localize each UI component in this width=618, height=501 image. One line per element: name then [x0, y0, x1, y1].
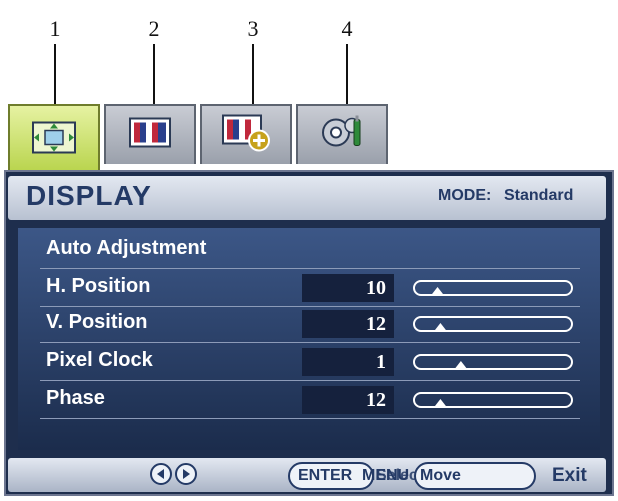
mode-label: MODE: [438, 187, 492, 204]
v-position-slider[interactable] [412, 312, 576, 336]
menu-item-phase[interactable]: Phase 12 [40, 382, 580, 419]
menu-item-value: 12 [366, 313, 386, 335]
value-box: 12 [302, 386, 394, 414]
enter-label: ENTER [298, 467, 353, 484]
phase-slider[interactable] [412, 388, 576, 412]
callout-1: 1 [49, 16, 61, 41]
slider-knob[interactable] [453, 361, 468, 370]
right-arrow-button[interactable] [175, 463, 197, 485]
menu-item-h-position[interactable]: H. Position 10 [40, 270, 580, 307]
tab-system[interactable] [296, 104, 388, 164]
system-settings-tab-icon [318, 114, 366, 157]
value-box: 10 [302, 274, 394, 302]
left-arrow-button[interactable] [150, 463, 172, 485]
mode-value: Standard [504, 187, 574, 204]
menu-item-pixel-clock[interactable]: Pixel Clock 1 [40, 344, 580, 381]
menu-item-label: H. Position [46, 275, 151, 297]
menu-item-value: 1 [376, 351, 386, 373]
callout-line-3 [252, 44, 254, 110]
menu-item-value: 10 [366, 277, 386, 299]
exit-label[interactable]: Exit [552, 465, 587, 487]
picture-tab-icon [128, 117, 172, 154]
value-box: 12 [302, 310, 394, 338]
page-title: DISPLAY [26, 180, 152, 211]
picture-advanced-tab-icon [221, 114, 271, 157]
callout-2: 2 [148, 16, 160, 41]
menu-item-label: V. Position [46, 311, 148, 333]
menu-item-label: Phase [46, 387, 105, 409]
callout-line-1 [54, 44, 56, 110]
display-tab-icon [31, 121, 77, 160]
pixel-clock-slider[interactable] [412, 350, 576, 374]
callout-line-2 [153, 44, 155, 110]
menu-item-auto-adjustment[interactable]: Auto Adjustment [40, 232, 580, 269]
menu-item-label: Pixel Clock [46, 349, 153, 371]
callout-line-4 [346, 44, 348, 110]
h-position-slider[interactable] [412, 276, 576, 300]
menu-item-value: 12 [366, 389, 386, 411]
left-arrow-icon [157, 469, 164, 479]
callout-3: 3 [247, 16, 259, 41]
right-arrow-icon [183, 469, 190, 479]
slider-track [413, 354, 573, 370]
menu-item-label: Auto Adjustment [46, 237, 207, 259]
tab-display[interactable] [8, 104, 100, 174]
slider-knob[interactable] [433, 399, 448, 408]
value-box: 1 [302, 348, 394, 376]
tab-picture[interactable] [104, 104, 196, 164]
slider-knob[interactable] [433, 323, 448, 332]
slider-knob[interactable] [430, 287, 445, 296]
callout-4: 4 [341, 16, 353, 41]
tab-picture-advanced[interactable] [200, 104, 292, 164]
menu-item-v-position[interactable]: V. Position 12 [40, 306, 580, 343]
move-label: Move [420, 467, 461, 484]
